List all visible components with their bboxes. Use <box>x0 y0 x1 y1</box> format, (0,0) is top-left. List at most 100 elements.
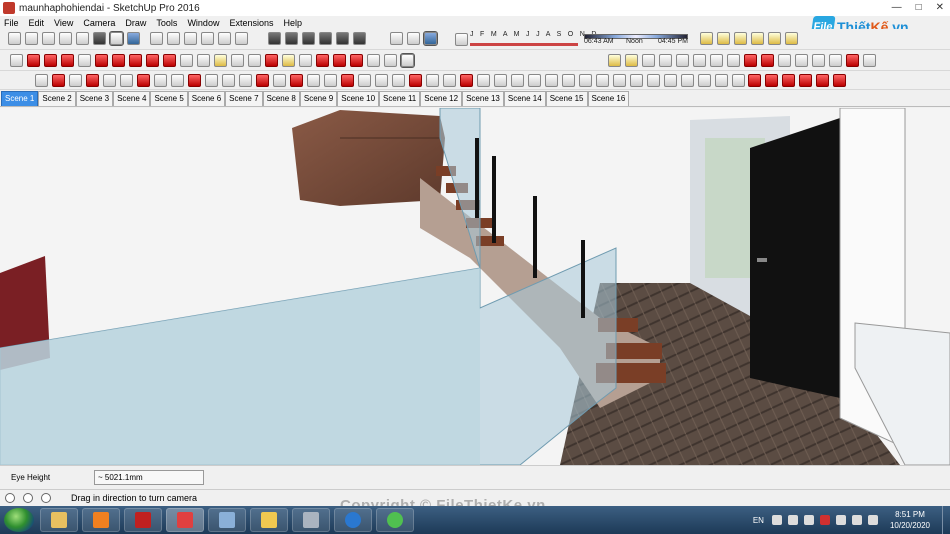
plugin-6-icon[interactable] <box>120 74 133 87</box>
scene-tab-7[interactable]: Scene 7 <box>225 91 263 106</box>
menu-window[interactable]: Window <box>187 18 219 28</box>
plugin-31-icon[interactable] <box>545 74 558 87</box>
menu-draw[interactable]: Draw <box>125 18 146 28</box>
scene-tab-2[interactable]: Scene 2 <box>38 91 76 106</box>
plugin-38-icon[interactable] <box>664 74 677 87</box>
extension-warehouse-icon[interactable] <box>235 32 248 45</box>
plugin-16-icon[interactable] <box>290 74 303 87</box>
taskbar-autocad[interactable] <box>124 508 162 532</box>
rotate-tool-6-icon[interactable] <box>833 74 846 87</box>
network-tray-icon[interactable] <box>803 515 814 525</box>
plugin-9-icon[interactable] <box>171 74 184 87</box>
round-icon[interactable] <box>812 54 825 67</box>
sandbox-scratch-icon[interactable] <box>717 32 730 45</box>
scene-tab-6[interactable]: Scene 6 <box>187 91 226 106</box>
plugin-22-icon[interactable] <box>392 74 405 87</box>
scene-tab-4[interactable]: Scene 4 <box>113 91 151 106</box>
select-icon[interactable] <box>10 54 23 67</box>
chat-tray-icon[interactable] <box>787 515 798 525</box>
antivirus-tray-icon[interactable] <box>819 515 830 525</box>
orbit-icon[interactable] <box>265 54 278 67</box>
stamp-icon[interactable] <box>751 32 764 45</box>
zoom-window-icon[interactable] <box>316 54 329 67</box>
text-icon[interactable] <box>231 54 244 67</box>
plugin-34-icon[interactable] <box>596 74 609 87</box>
plugin-28-icon[interactable] <box>494 74 507 87</box>
show-desktop-button[interactable] <box>942 506 950 534</box>
outer-shell-icon[interactable] <box>336 32 349 45</box>
volume-tray-icon[interactable] <box>867 515 878 525</box>
copy-icon[interactable] <box>710 54 723 67</box>
taskbar-folder[interactable] <box>250 508 288 532</box>
plugin-12-icon[interactable] <box>222 74 235 87</box>
group-icon[interactable] <box>285 32 298 45</box>
plugin-30-icon[interactable] <box>528 74 541 87</box>
zoom-extents-icon[interactable] <box>333 54 346 67</box>
menu-camera[interactable]: Camera <box>83 18 115 28</box>
plugin-4-icon[interactable] <box>86 74 99 87</box>
pan-icon[interactable] <box>282 54 295 67</box>
scene-tab-8[interactable]: Scene 8 <box>262 91 300 106</box>
iso-view-icon[interactable] <box>8 32 21 45</box>
scene-tab-10[interactable]: Scene 10 <box>337 91 380 106</box>
scene-tab-16[interactable]: Scene 16 <box>587 91 630 106</box>
link-icon[interactable] <box>727 54 740 67</box>
curve-icon[interactable] <box>744 54 757 67</box>
plugin-1-icon[interactable] <box>35 74 48 87</box>
ruler-icon[interactable] <box>642 54 655 67</box>
plugin-19-icon[interactable] <box>341 74 354 87</box>
geo-location-icon[interactable] <box>5 493 15 503</box>
flag-tray-icon[interactable] <box>835 515 846 525</box>
solid-icon[interactable] <box>319 32 332 45</box>
eraser-icon[interactable] <box>27 54 40 67</box>
warehouse-icon[interactable] <box>150 32 163 45</box>
plugin-5-icon[interactable] <box>103 74 116 87</box>
textured-style-icon[interactable] <box>127 32 140 45</box>
plugin-39-icon[interactable] <box>681 74 694 87</box>
spline-icon[interactable] <box>761 54 774 67</box>
smoove-icon[interactable] <box>734 32 747 45</box>
drape-icon[interactable] <box>768 32 781 45</box>
plugin-37-icon[interactable] <box>647 74 660 87</box>
taskbar-media-player[interactable] <box>82 508 120 532</box>
plugin-41-icon[interactable] <box>715 74 728 87</box>
zoom-icon[interactable] <box>299 54 312 67</box>
loft-icon[interactable] <box>778 54 791 67</box>
taskbar-monitor[interactable] <box>208 508 246 532</box>
taskbar-calculator[interactable] <box>292 508 330 532</box>
house-outline-icon[interactable] <box>218 32 231 45</box>
shadows-toggle-icon[interactable] <box>455 33 468 46</box>
help-tray-icon[interactable] <box>771 515 782 525</box>
close-button[interactable]: ✕ <box>936 0 944 16</box>
plugin-7-icon[interactable] <box>137 74 150 87</box>
model-viewport[interactable] <box>0 108 950 465</box>
plugin-27-icon[interactable] <box>477 74 490 87</box>
layer-icon[interactable] <box>268 32 281 45</box>
taskbar-browser[interactable] <box>376 508 414 532</box>
plugin-32-icon[interactable] <box>562 74 575 87</box>
eye-icon[interactable] <box>400 53 415 68</box>
plugin-18-icon[interactable] <box>324 74 337 87</box>
twist-icon[interactable] <box>863 54 876 67</box>
start-button[interactable] <box>4 508 34 532</box>
signal-tray-icon[interactable] <box>851 515 862 525</box>
dimension-icon[interactable] <box>197 54 210 67</box>
back-view-icon[interactable] <box>76 32 89 45</box>
component-icon[interactable] <box>302 32 315 45</box>
shell-icon[interactable] <box>795 54 808 67</box>
taskbar-sketchup[interactable] <box>166 508 204 532</box>
plugin-33-icon[interactable] <box>579 74 592 87</box>
plugin-14-icon[interactable] <box>256 74 269 87</box>
plugin-13-icon[interactable] <box>239 74 252 87</box>
plugin-25-icon[interactable] <box>443 74 456 87</box>
taskbar-file-explorer[interactable] <box>40 508 78 532</box>
frame-icon[interactable] <box>676 54 689 67</box>
rectangle-icon[interactable] <box>78 54 91 67</box>
grid-icon[interactable] <box>659 54 672 67</box>
scene-tab-5[interactable]: Scene 5 <box>150 91 188 106</box>
intersect-icon[interactable] <box>353 32 366 45</box>
rotate-tool-5-icon[interactable] <box>816 74 829 87</box>
plugin-11-icon[interactable] <box>205 74 218 87</box>
line-icon[interactable] <box>44 54 57 67</box>
menu-tools[interactable]: Tools <box>156 18 177 28</box>
